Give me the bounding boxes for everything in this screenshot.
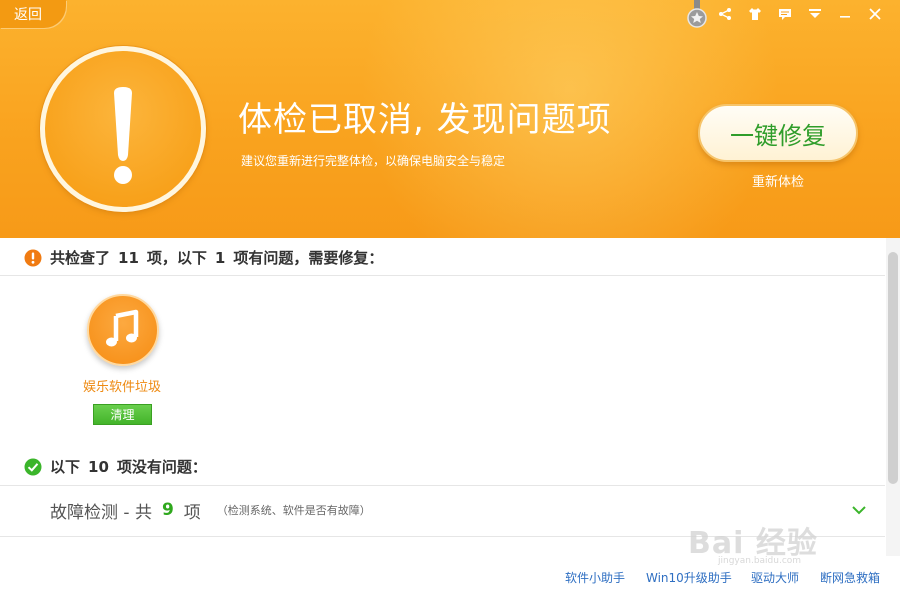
footer-toolbar: 软件小助手 Win10升级助手 驱动大师 断网急救箱 [0,560,900,600]
ok-prefix: 以下 [50,458,81,476]
summary-suffix: 项有问题，需要修复： [233,249,384,267]
feedback-icon[interactable] [770,2,800,26]
back-button[interactable]: 返回 [0,0,66,28]
summary-middle: 项，以下 [146,249,207,267]
minimize-icon[interactable] [830,2,860,26]
recheck-link[interactable]: 重新体检 [698,171,858,190]
row-description: （检测系统、软件是否有故障） [216,504,371,517]
summary-prefix: 共检查了 [50,249,111,267]
clean-button[interactable]: 清理 [93,404,152,425]
result-subline: 建议您重新进行完整体检，以确保电脑安全与稳定 [241,154,506,168]
ok-summary: 以下 10 项没有问题： [24,456,207,477]
row-count: 9 [161,500,174,520]
software-helper-link[interactable]: 软件小助手 [565,569,625,586]
ok-suffix: 项没有问题： [116,458,207,476]
ok-count: 10 [88,457,109,476]
share-icon[interactable] [710,2,740,26]
skin-icon[interactable] [740,2,770,26]
win10-upgrade-link[interactable]: Win10升级助手 [646,569,732,586]
warning-icon [24,249,42,266]
problem-count: 1 [214,248,226,267]
result-header: 返回 体检已取消, 发现问题项 建议您重新进行完整体检，以确保电脑安全与稳定 一… [0,0,900,238]
row-unit: 项 [183,502,201,523]
problems-summary: 共检查了 11 项，以下 1 项有问题，需要修复： [24,247,383,268]
driver-master-link[interactable]: 驱动大师 [751,569,799,586]
result-headline: 体检已取消, 发现问题项 [238,100,612,140]
window-controls [710,2,890,26]
section-divider [0,275,885,276]
menu-icon[interactable] [800,2,830,26]
medal-icon[interactable] [686,0,708,30]
chevron-down-icon[interactable] [849,500,869,520]
exclamation-icon [114,87,132,184]
entertainment-junk-icon[interactable] [87,294,159,366]
check-circle-icon [24,458,42,475]
row-title: 故障检测 - 共 [50,502,152,523]
network-rescue-link[interactable]: 断网急救箱 [820,569,880,586]
warning-badge [40,46,206,212]
scrollbar-thumb[interactable] [888,252,898,484]
checked-count: 11 [118,248,139,267]
music-note-icon [106,309,139,347]
close-icon[interactable] [860,2,890,26]
one-click-fix-button[interactable]: 一键修复 [698,104,858,162]
problem-item-label: 娱乐软件垃圾 [82,380,161,395]
